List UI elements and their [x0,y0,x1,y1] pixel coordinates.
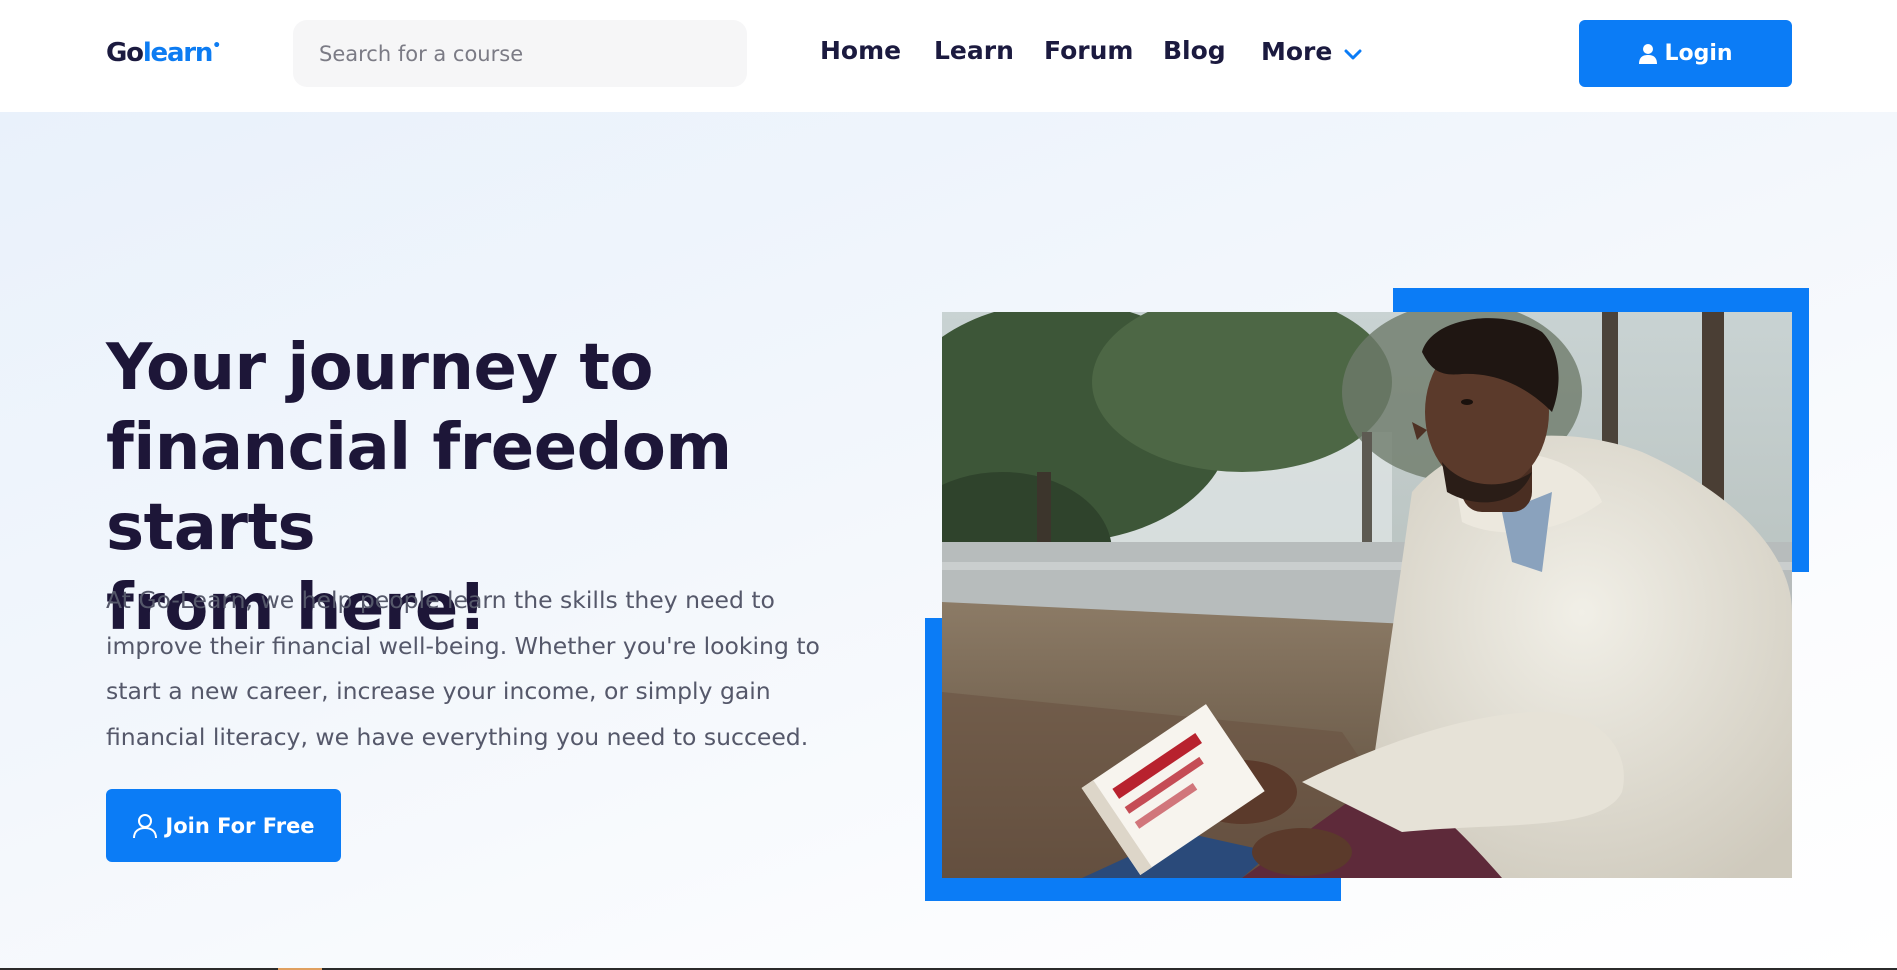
nav-more-dropdown[interactable]: More [1261,36,1362,67]
user-outline-icon [132,813,158,839]
user-icon [1638,43,1658,65]
nav-forum[interactable]: Forum [1044,36,1133,65]
nav-learn[interactable]: Learn [934,36,1014,65]
headline-line-1: Your journey to [106,331,653,405]
chevron-down-icon [1344,38,1362,67]
description-line: At Go-Learn, we help people learn the sk… [106,586,775,614]
join-for-free-button[interactable]: Join For Free [106,789,341,862]
nav-home[interactable]: Home [820,36,901,65]
description-line: financial literacy, we have everything y… [106,722,809,751]
login-button[interactable]: Login [1579,20,1792,87]
course-search-input[interactable] [293,20,747,87]
hero-description: At Go-Learn, we help people learn the sk… [106,578,866,760]
golearn-logo[interactable]: Golearn• [106,38,221,68]
site-header: Golearn• Home Learn Forum Blog More Logi… [0,0,1897,112]
nav-more-label: More [1261,37,1333,66]
login-label: Login [1664,41,1733,66]
description-line: start a new career, increase your income… [106,677,771,705]
nav-blog[interactable]: Blog [1163,36,1226,65]
man-reading-book-photo [942,312,1792,878]
headline-line-2: financial freedom starts [106,411,732,565]
join-label: Join For Free [165,813,315,838]
description-line: improve their financial well-being. Whet… [106,631,820,660]
